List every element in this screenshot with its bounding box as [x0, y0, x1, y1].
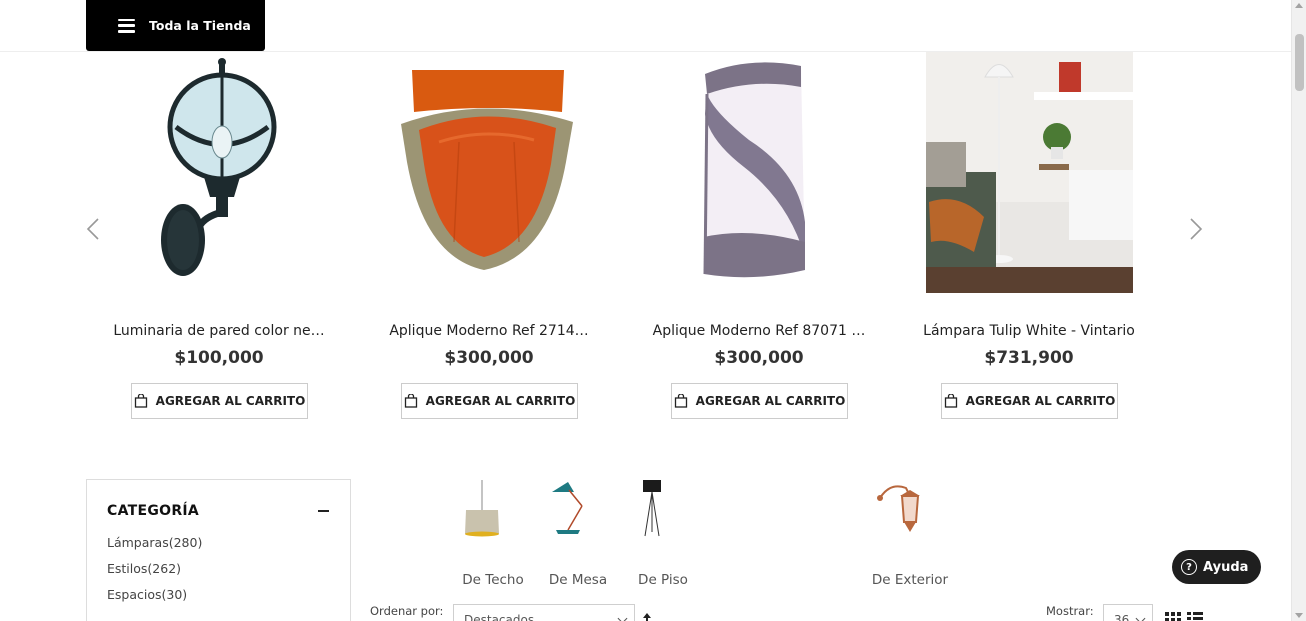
collapse-minus-icon[interactable]: [318, 510, 329, 512]
floor-lamp-icon: [643, 480, 661, 537]
product-name[interactable]: Aplique Moderno Ref 87071 …: [649, 323, 869, 339]
show-count-value: 36: [1114, 613, 1130, 621]
sidebar-item-lamparas[interactable]: Lámparas(280): [107, 535, 202, 550]
chevron-down-icon: [1135, 613, 1146, 621]
product-image-outdoor-wall-lantern[interactable]: [109, 52, 329, 297]
scroll-down-icon[interactable]: [1295, 613, 1303, 618]
page-scrollbar[interactable]: [1291, 0, 1306, 621]
product-price: $300,000: [714, 348, 804, 368]
chevron-down-icon: [617, 613, 628, 621]
category-link-de-mesa[interactable]: De Mesa: [538, 476, 618, 588]
add-to-cart-label: AGREGAR AL CARRITO: [155, 394, 306, 408]
sort-select-value: Destacados: [464, 613, 535, 621]
list-view-icon[interactable]: [1187, 612, 1203, 621]
desk-lamp-icon: [552, 482, 583, 534]
help-label: Ayuda: [1203, 559, 1249, 575]
all-store-menu-button[interactable]: Toda la Tienda: [86, 0, 265, 51]
product-card[interactable]: Aplique Moderno Ref 87071 … $300,000 AGR…: [649, 52, 869, 422]
product-price: $300,000: [444, 348, 534, 368]
show-count-select[interactable]: 36: [1103, 604, 1153, 621]
shopping-bag-icon: [134, 394, 147, 408]
sort-label: Ordenar por:: [370, 604, 444, 618]
product-name[interactable]: Lámpara Tulip White - Vintario: [919, 323, 1139, 339]
add-to-cart-button[interactable]: AGREGAR AL CARRITO: [131, 383, 308, 419]
shopping-bag-icon: [944, 394, 957, 408]
shopping-bag-icon: [404, 394, 417, 408]
product-card[interactable]: Lámpara Tulip White - Vintario $731,900 …: [919, 52, 1139, 422]
scroll-thumb[interactable]: [1295, 34, 1304, 91]
add-to-cart-button[interactable]: AGREGAR AL CARRITO: [941, 383, 1118, 419]
product-price: $731,900: [984, 348, 1074, 368]
grid-view-icon[interactable]: [1165, 612, 1181, 621]
sort-select[interactable]: Destacados: [453, 604, 635, 621]
pendant-lamp-icon: [465, 480, 499, 537]
category-link-de-exterior[interactable]: De Exterior: [870, 476, 950, 588]
help-chat-button[interactable]: ? Ayuda: [1172, 550, 1261, 584]
carousel-next-arrow-icon[interactable]: [1187, 216, 1207, 242]
category-link-label[interactable]: De Mesa: [538, 572, 618, 588]
product-image-spiral-wall-sconce[interactable]: [649, 52, 869, 297]
category-sidebar: CATEGORÍA Lámparas(280) Estilos(262) Esp…: [86, 479, 351, 621]
scroll-up-icon[interactable]: [1295, 3, 1303, 8]
all-store-menu-label: Toda la Tienda: [149, 18, 251, 33]
category-link-label[interactable]: De Piso: [623, 572, 703, 588]
category-link-de-piso[interactable]: De Piso: [623, 476, 703, 588]
category-link-de-techo[interactable]: De Techo: [453, 476, 533, 588]
category-link-label[interactable]: De Techo: [453, 572, 533, 588]
category-link-label[interactable]: De Exterior: [870, 572, 950, 588]
product-card[interactable]: Aplique Moderno Ref 2714… $300,000 AGREG…: [379, 52, 599, 422]
carousel-prev-arrow-icon[interactable]: [84, 216, 104, 242]
add-to-cart-button[interactable]: AGREGAR AL CARRITO: [671, 383, 848, 419]
outdoor-lamp-icon: [877, 485, 920, 532]
hamburger-icon: [118, 18, 135, 33]
show-label: Mostrar:: [1046, 604, 1094, 618]
product-name[interactable]: Luminaria de pared color ne…: [109, 323, 329, 339]
sort-direction-icon[interactable]: [641, 613, 653, 621]
product-price: $100,000: [174, 348, 264, 368]
add-to-cart-label: AGREGAR AL CARRITO: [965, 394, 1116, 408]
category-title[interactable]: CATEGORÍA: [107, 503, 199, 519]
shopping-bag-icon: [674, 394, 687, 408]
product-image-orange-wall-sconce[interactable]: [379, 52, 599, 297]
sidebar-item-estilos[interactable]: Estilos(262): [107, 561, 181, 576]
add-to-cart-label: AGREGAR AL CARRITO: [425, 394, 576, 408]
add-to-cart-button[interactable]: AGREGAR AL CARRITO: [401, 383, 578, 419]
product-image-floor-lamp-room-photo[interactable]: [919, 52, 1139, 297]
question-mark-icon: ?: [1181, 559, 1197, 575]
product-card[interactable]: Luminaria de pared color ne… $100,000 AG…: [109, 52, 329, 422]
product-name[interactable]: Aplique Moderno Ref 2714…: [379, 323, 599, 339]
add-to-cart-label: AGREGAR AL CARRITO: [695, 394, 846, 408]
sidebar-item-espacios[interactable]: Espacios(30): [107, 587, 187, 602]
